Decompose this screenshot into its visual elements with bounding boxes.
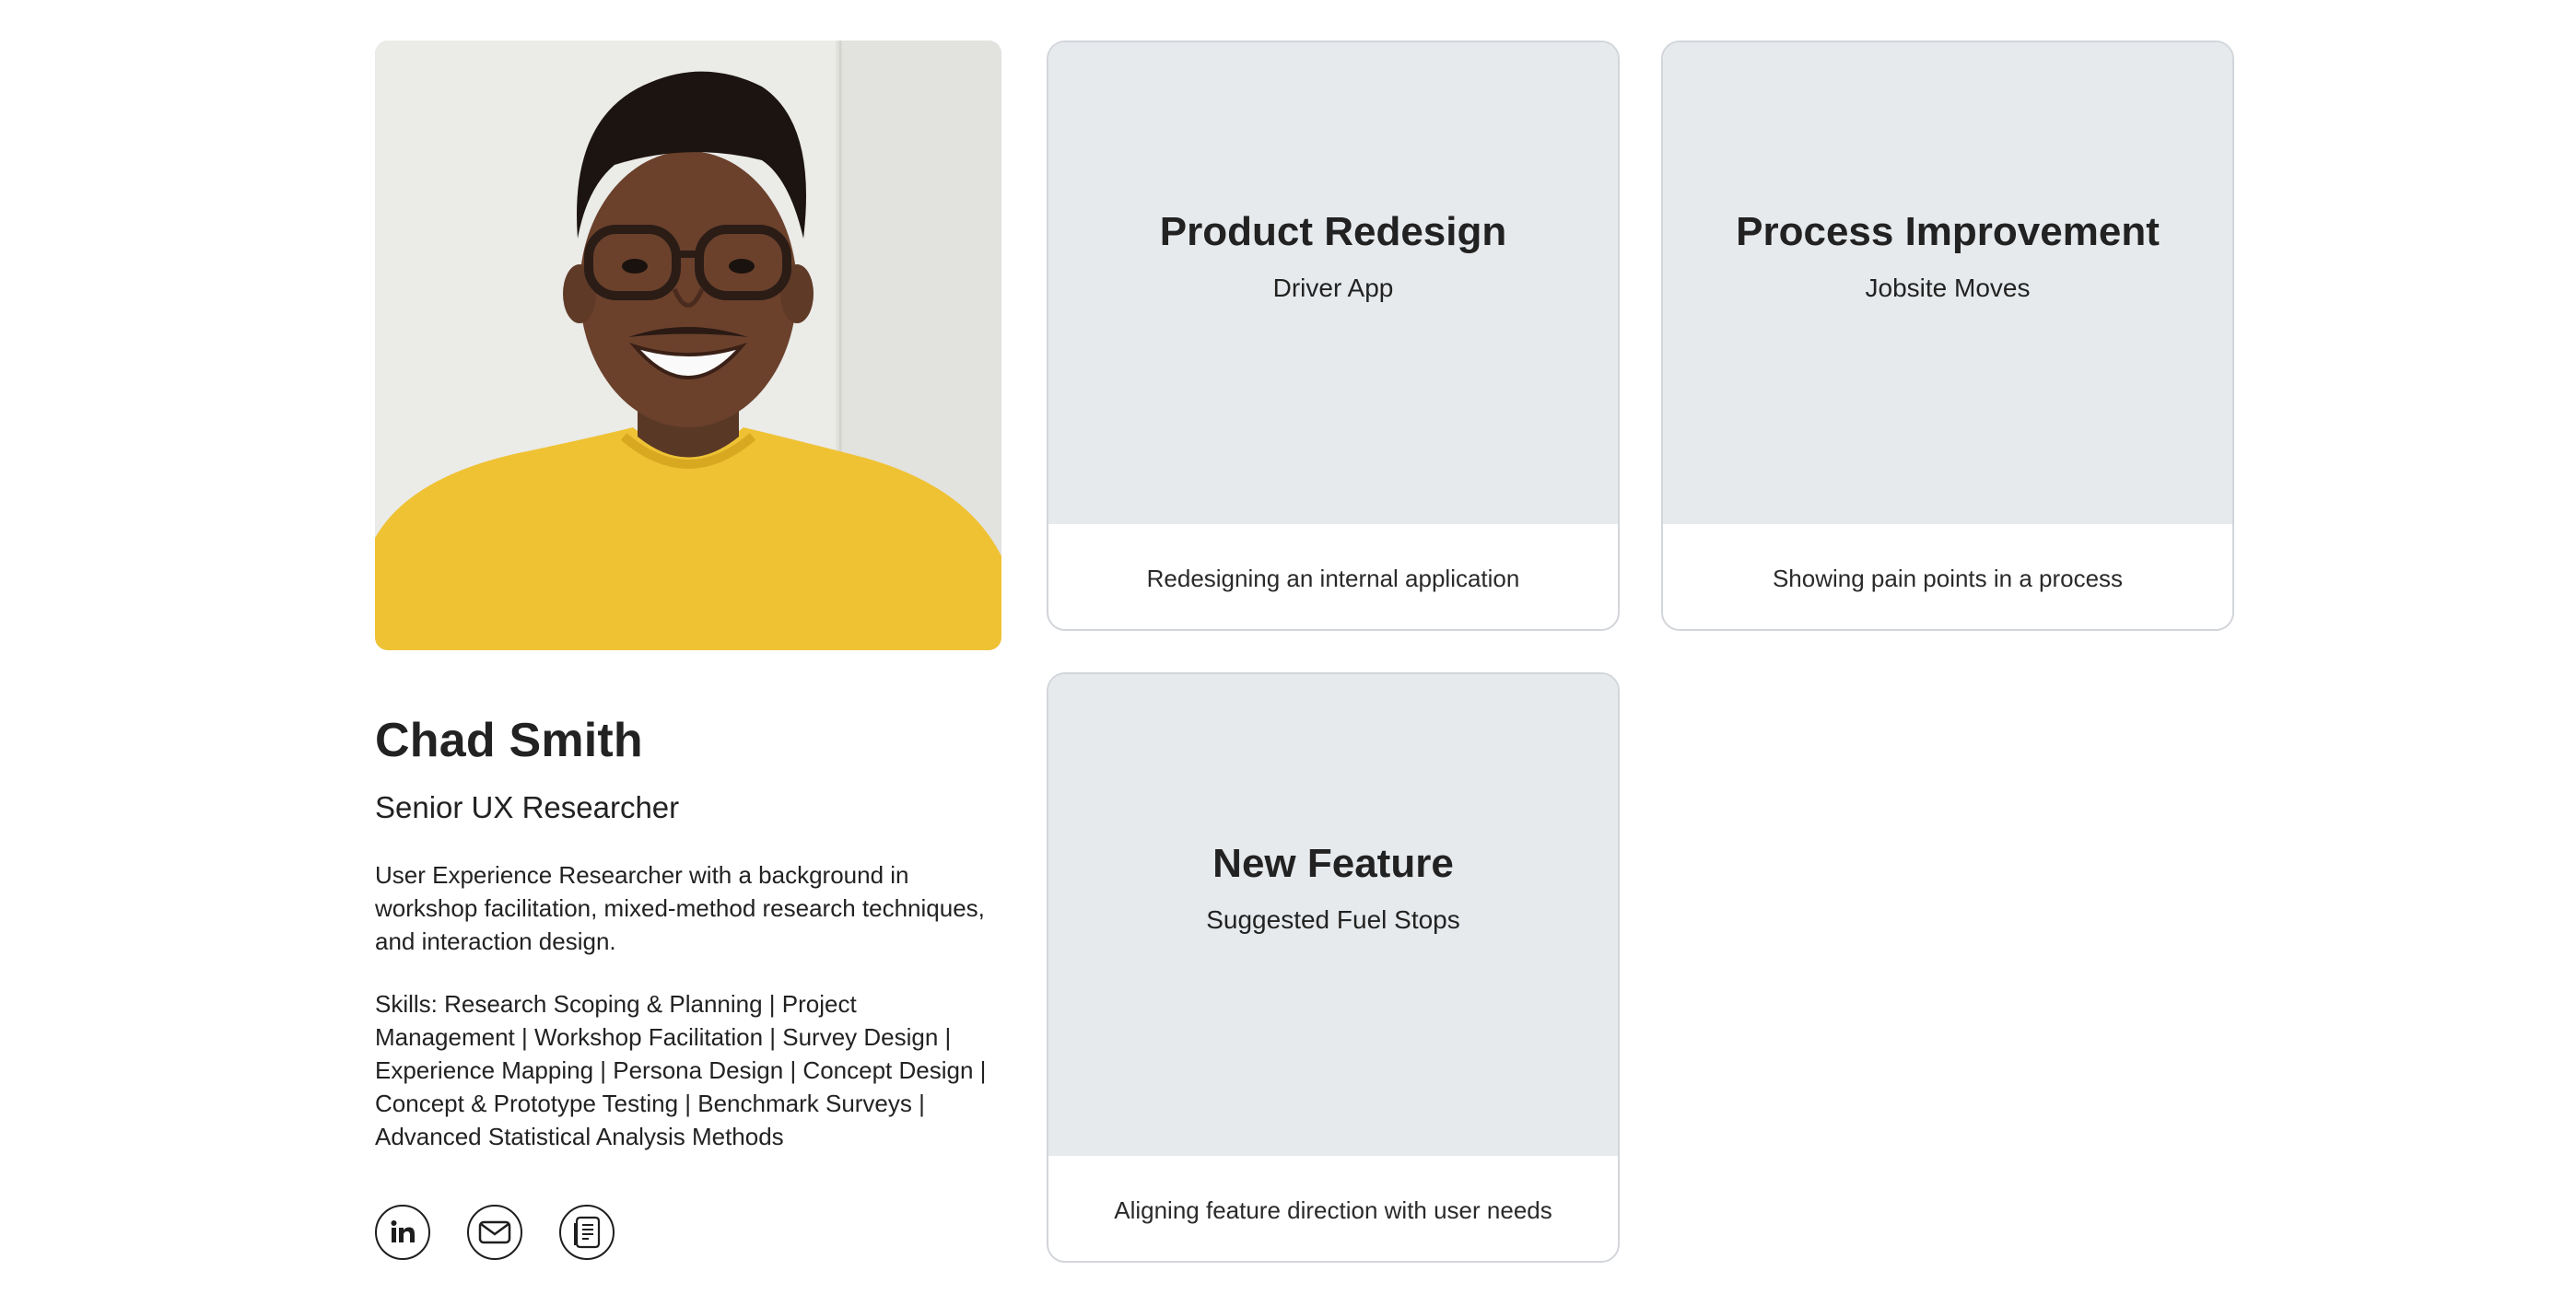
social-links <box>375 1205 1001 1260</box>
profile-skills: Skills: Research Scoping & Planning | Pr… <box>375 990 987 1150</box>
project-card-product-redesign[interactable]: Product Redesign Driver App Redesigning … <box>1047 41 1620 631</box>
profile-photo <box>375 41 1001 650</box>
card-description: Showing pain points in a process <box>1772 564 2124 592</box>
card-title: New Feature <box>1212 840 1454 886</box>
linkedin-link[interactable] <box>375 1205 430 1260</box>
card-header: New Feature Suggested Fuel Stops <box>1048 674 1618 1156</box>
profile-bio: User Experience Researcher with a backgr… <box>375 861 985 955</box>
project-card-new-feature[interactable]: New Feature Suggested Fuel Stops Alignin… <box>1047 672 1620 1263</box>
card-header: Product Redesign Driver App <box>1048 42 1618 524</box>
linkedin-icon <box>391 1220 415 1242</box>
card-title: Product Redesign <box>1159 208 1507 254</box>
email-link[interactable] <box>467 1205 522 1260</box>
card-subtitle: Driver App <box>1272 273 1394 302</box>
project-card-process-improvement[interactable]: Process Improvement Jobsite Moves Showin… <box>1661 41 2234 631</box>
profile-section: Chad Smith Senior UX Researcher User Exp… <box>375 41 1001 1260</box>
card-description: Redesigning an internal application <box>1146 564 1520 592</box>
resume-document-icon <box>574 1216 601 1249</box>
email-icon <box>478 1220 511 1244</box>
card-description: Aligning feature direction with user nee… <box>1114 1195 1552 1224</box>
card-subtitle: Suggested Fuel Stops <box>1206 904 1460 934</box>
resume-link[interactable] <box>559 1205 615 1260</box>
profile-role: Senior UX Researcher <box>375 790 680 824</box>
card-header: Process Improvement Jobsite Moves <box>1663 42 2232 524</box>
card-title: Process Improvement <box>1736 208 2160 254</box>
card-subtitle: Jobsite Moves <box>1865 273 2031 302</box>
profile-name: Chad Smith <box>375 714 643 767</box>
